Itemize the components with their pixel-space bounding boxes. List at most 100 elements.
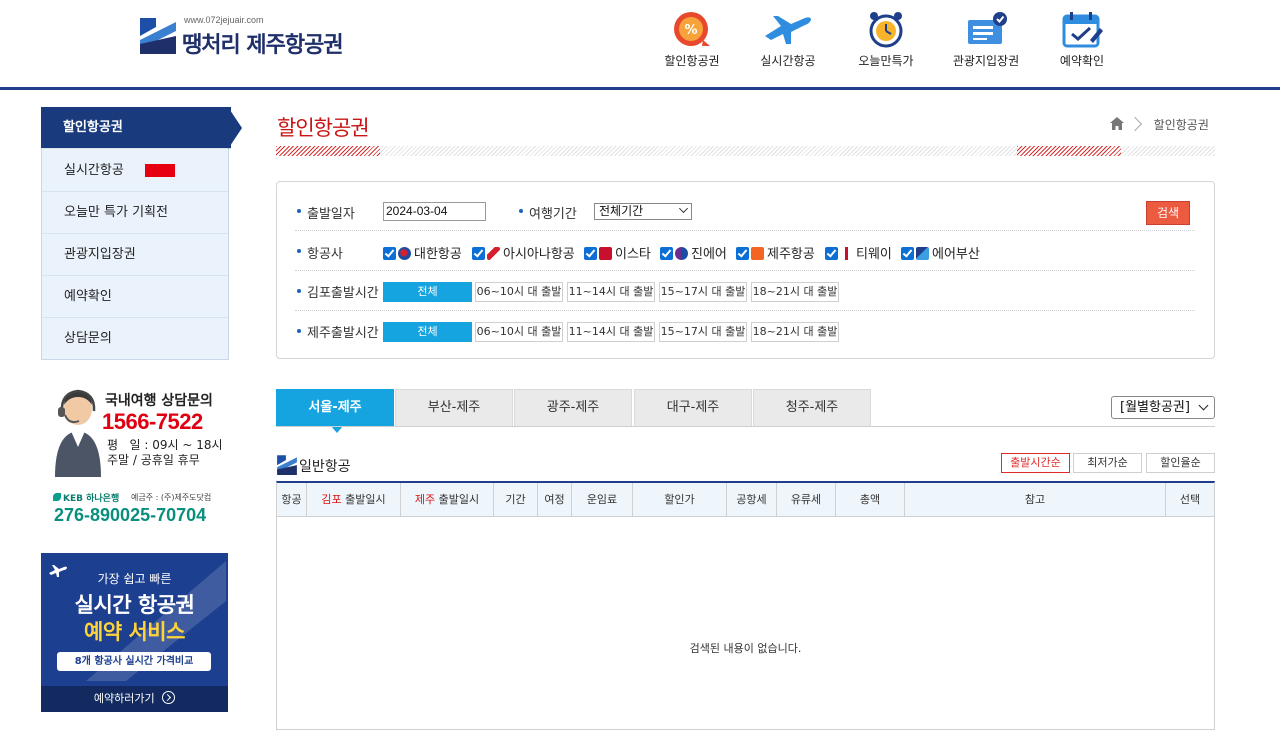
banner-line2: 실시간 항공권 [74,593,195,617]
tab-label: 광주-제주 [546,400,600,415]
gimpo-time-18-21[interactable]: 18~21시 대 출발 [751,282,839,302]
airline-checkbox-eastar[interactable]: 이스타 [584,243,651,262]
month-select[interactable]: [월별항공권] [1111,396,1215,419]
site-logo[interactable]: www.072jejuair.com 땡처리 제주항공권 [138,14,368,62]
sidebar-item-label: 오늘만 특가 기획전 [64,205,168,220]
sidebar-item-realtime[interactable]: 실시간항공 [42,150,228,192]
departure-date-input[interactable]: 2024-03-04 [383,202,486,221]
col-seats: 여정 [538,483,572,516]
banner-line4: 8개 항공사 실시간 가격비교 [57,652,211,671]
bank-logo-icon [53,493,61,501]
tway-logo-icon [840,247,853,260]
site-header: www.072jejuair.com 땡처리 제주항공권 % 할인항공권 실시간… [0,0,1280,90]
col-fare: 운임료 [572,483,633,516]
asiana-logo-icon [487,247,500,260]
tab-gwangju-jeju[interactable]: 광주-제주 [514,389,632,427]
bullet-icon [297,209,301,213]
topnav-discount[interactable]: % 할인항공권 [647,10,737,69]
jeju-time-all[interactable]: 전체 [383,322,472,342]
airline-checkbox-korean-air[interactable]: 대한항공 [383,243,462,262]
tab-cheongju-jeju[interactable]: 청주-제주 [753,389,871,427]
banner-cta[interactable]: 예약하러가기 [41,686,228,712]
tab-busan-jeju[interactable]: 부산-제주 [395,389,513,427]
tab-label: 부산-제주 [427,400,481,415]
topnav-reservation[interactable]: 예약확인 [1037,10,1127,69]
checkbox[interactable] [472,247,485,260]
bullet-icon [297,289,301,293]
sidebar-item-label: 상담문의 [64,331,112,346]
korean-air-logo-icon [398,247,411,260]
gimpo-time-06-10[interactable]: 06~10시 대 출발 [475,282,563,302]
flight-table: 항공 김포 출발일시 제주 출발일시 기간 여정 운임료 할인가 공항세 유류세… [276,481,1215,730]
checkbox[interactable] [901,247,914,260]
sidebar-item-tickets[interactable]: 관광지입장권 [42,234,228,276]
chevron-down-icon [679,204,688,213]
airplane-icon [765,10,811,50]
col-airport-tax: 공항세 [727,483,777,516]
sidebar-item-discount[interactable]: 할인항공권 [41,107,242,149]
sidebar-item-label: 할인항공권 [63,120,123,135]
contact-phone[interactable]: 1566-7522 [102,409,203,435]
discount-badge-icon: % [670,10,714,50]
jeju-time-11-14[interactable]: 11~14시 대 출발 [567,322,655,342]
airline-name: 진에어 [691,247,727,262]
jeju-time-06-10[interactable]: 06~10시 대 출발 [475,322,563,342]
banner-line1: 가장 쉽고 빠른 [97,572,172,586]
period-select-value: 전체기간 [599,204,644,218]
logo-name: 땡처리 제주항공권 [182,33,344,58]
jeju-time-18-21[interactable]: 18~21시 대 출발 [751,322,839,342]
sort-lowest-price[interactable]: 최저가순 [1073,453,1142,473]
gimpo-time-15-17[interactable]: 15~17시 대 출발 [659,282,747,302]
gimpo-time-11-14[interactable]: 11~14시 대 출발 [567,282,655,302]
airline-checkbox-tway[interactable]: 티웨이 [825,243,892,262]
table-header: 항공 김포 출발일시 제주 출발일시 기간 여정 운임료 할인가 공항세 유류세… [277,483,1214,517]
sort-discount-rate[interactable]: 할인율순 [1146,453,1215,473]
checkbox[interactable] [584,247,597,260]
checkbox[interactable] [660,247,673,260]
tab-label: 청주-제주 [785,400,839,415]
airline-label: 항공사 [307,247,343,262]
col-note: 참고 [905,483,1166,516]
airline-checkbox-air-busan[interactable]: 에어부산 [901,243,980,262]
col-jeju-departure: 제주 출발일시 [401,483,494,516]
sidebar: 할인항공권 실시간항공 오늘만 특가 기획전 관광지입장권 예약확인 상담문의 [41,107,242,360]
jeju-time-15-17[interactable]: 15~17시 대 출발 [659,322,747,342]
col-period: 기간 [494,483,538,516]
topnav-today-deal[interactable]: 오늘만특가 [841,10,931,69]
airline-checkbox-jeju-air[interactable]: 제주항공 [736,243,815,262]
alarm-clock-icon [864,10,908,50]
tab-pointer [331,426,343,433]
sidebar-item-reservation[interactable]: 예약확인 [42,276,228,318]
topnav-tickets[interactable]: 관광지입장권 [941,10,1031,69]
bank-account: 276-890025-70704 [54,505,207,525]
empty-message: 검색된 내용이 없습니다. [689,642,802,655]
topnav-realtime[interactable]: 실시간항공 [743,10,833,69]
airline-checkbox-jinair[interactable]: 진에어 [660,243,727,262]
month-select-value: [월별항공권] [1120,400,1190,415]
realtime-booking-banner[interactable]: 가장 쉽고 빠른 실시간 항공권 예약 서비스 8개 항공사 실시간 가격비교 … [41,553,228,712]
account-holder: 예금주 : (주)제주도닷컴 [131,493,212,502]
tab-label: 서울-제주 [308,400,362,415]
checkbox[interactable] [825,247,838,260]
page-title: 할인항공권 [277,116,370,140]
search-button[interactable]: 검색 [1146,201,1190,225]
divider-accent [276,146,380,156]
sidebar-item-inquiry[interactable]: 상담문의 [42,318,228,360]
list-title: 일반항공 [299,459,351,475]
breadcrumb-current: 할인항공권 [1153,118,1209,132]
logo-url: www.072jejuair.com [184,15,264,25]
checkbox[interactable] [383,247,396,260]
calendar-check-icon [1060,10,1104,50]
airline-checkbox-asiana[interactable]: 아시아나항공 [472,243,575,262]
tab-seoul-jeju[interactable]: 서울-제주 [276,389,394,433]
period-select[interactable]: 전체기간 [594,203,692,220]
home-icon[interactable] [1110,117,1124,130]
checkbox[interactable] [736,247,749,260]
topnav-label: 관광지입장권 [952,54,1020,68]
col-fuel-tax: 유류세 [777,483,836,516]
tab-daegu-jeju[interactable]: 대구-제주 [634,389,752,427]
sort-departure-time[interactable]: 출발시간순 [1001,453,1070,473]
logo-mark-icon [140,18,176,54]
sidebar-item-today-deal[interactable]: 오늘만 특가 기획전 [42,192,228,234]
gimpo-time-all[interactable]: 전체 [383,282,472,302]
